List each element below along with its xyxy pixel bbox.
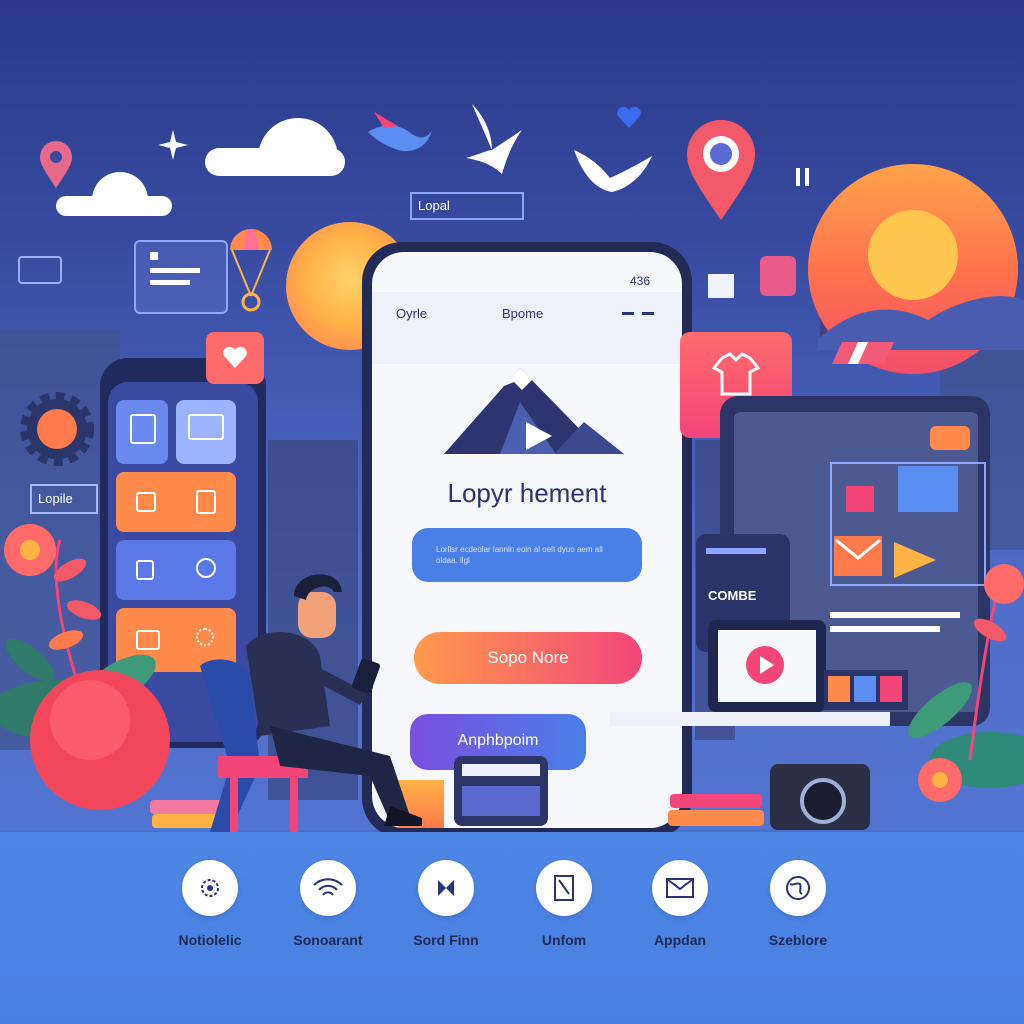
dark-card-label: COMBE — [708, 588, 757, 603]
bird-icon — [466, 104, 522, 174]
like-bubble — [206, 332, 264, 384]
hills — [818, 296, 1024, 350]
pause-icon — [796, 168, 810, 186]
person-icon — [130, 414, 156, 444]
square-icon — [136, 492, 156, 512]
app-tile[interactable] — [176, 400, 236, 464]
laptop — [708, 620, 826, 712]
mountain-play-logo — [444, 368, 624, 454]
floating-app-tile — [760, 256, 796, 296]
play-button-icon[interactable] — [746, 646, 784, 684]
badge — [930, 426, 970, 450]
gear-icon — [20, 392, 94, 466]
side-label: Lopile — [38, 491, 73, 506]
nav-label[interactable]: Sonoarant — [268, 932, 388, 948]
heart-icon — [223, 346, 247, 368]
info-text: Lorllsr ecdeolar lannln eoin al oelt dyu… — [436, 545, 603, 565]
shirt-icon — [712, 352, 760, 396]
tablet-icon[interactable] — [536, 860, 592, 916]
book — [670, 794, 762, 808]
floating-label-box: Lopal — [410, 192, 524, 220]
heart-icon — [617, 106, 641, 128]
book — [668, 810, 764, 826]
nav-label[interactable]: Notiolelic — [150, 932, 270, 948]
nav-label[interactable]: Szeblore — [738, 932, 858, 948]
primary-button-label: Sopo Nore — [487, 648, 569, 667]
plant-left — [0, 524, 170, 810]
status-time: 436 — [630, 274, 651, 288]
app-tile[interactable] — [116, 400, 168, 464]
cloud — [258, 118, 338, 174]
bird-icon — [368, 112, 432, 152]
image-icon — [188, 414, 224, 440]
card-dot — [150, 252, 158, 260]
play-flag-icon[interactable] — [418, 860, 474, 916]
globe-icon[interactable] — [770, 860, 826, 916]
balloon-icon — [230, 229, 272, 312]
media-thumb[interactable] — [898, 466, 958, 512]
location-pin-icon — [687, 120, 755, 220]
text-line — [706, 548, 766, 554]
bottom-nav-bar — [0, 832, 1024, 1024]
sparkle-icon — [158, 130, 188, 160]
bird-icon — [574, 150, 652, 192]
mail-icon[interactable] — [652, 860, 708, 916]
nav-label[interactable]: Appdan — [620, 932, 740, 948]
flag-icon — [832, 342, 894, 364]
location-pin-icon — [40, 141, 72, 188]
mail-icon[interactable] — [834, 536, 882, 576]
headline: Lopyr hement — [447, 478, 607, 508]
nav-label[interactable]: Sord Finn — [386, 932, 506, 948]
person-with-phone — [200, 574, 422, 832]
nav-label[interactable]: Unfom — [504, 932, 624, 948]
floating-card — [134, 240, 228, 314]
menu-dash[interactable] — [622, 312, 634, 315]
floating-label: Lopal — [418, 198, 450, 213]
device-box — [454, 756, 548, 826]
illustration-stage: Lopal Lopile Oyrle Bpome 436 Lopyr hemen… — [0, 0, 1024, 1024]
desk — [610, 712, 890, 726]
primary-button[interactable]: Sopo Nore — [414, 632, 642, 684]
cloud — [92, 172, 148, 212]
floating-toggle — [18, 256, 62, 284]
app-header: Oyrle Bpome — [372, 292, 682, 364]
secondary-button-label: Anphbpoim — [457, 732, 539, 749]
wifi-icon[interactable] — [300, 860, 356, 916]
device-box-panel — [462, 786, 540, 816]
device-box-strip — [462, 764, 540, 776]
header-left-label[interactable]: Oyrle — [396, 306, 427, 321]
card-line — [150, 280, 190, 285]
music-icon[interactable] — [846, 486, 874, 512]
plant-right — [908, 564, 1024, 802]
info-banner: Lorllsr ecdeolar lannln eoin al oelt dyu… — [412, 528, 642, 582]
floating-chip — [708, 274, 734, 298]
gear-network-icon[interactable] — [182, 860, 238, 916]
camera-icon — [770, 764, 870, 830]
header-title: Bpome — [502, 306, 544, 321]
menu-dash[interactable] — [642, 312, 654, 315]
card-line — [150, 268, 200, 273]
